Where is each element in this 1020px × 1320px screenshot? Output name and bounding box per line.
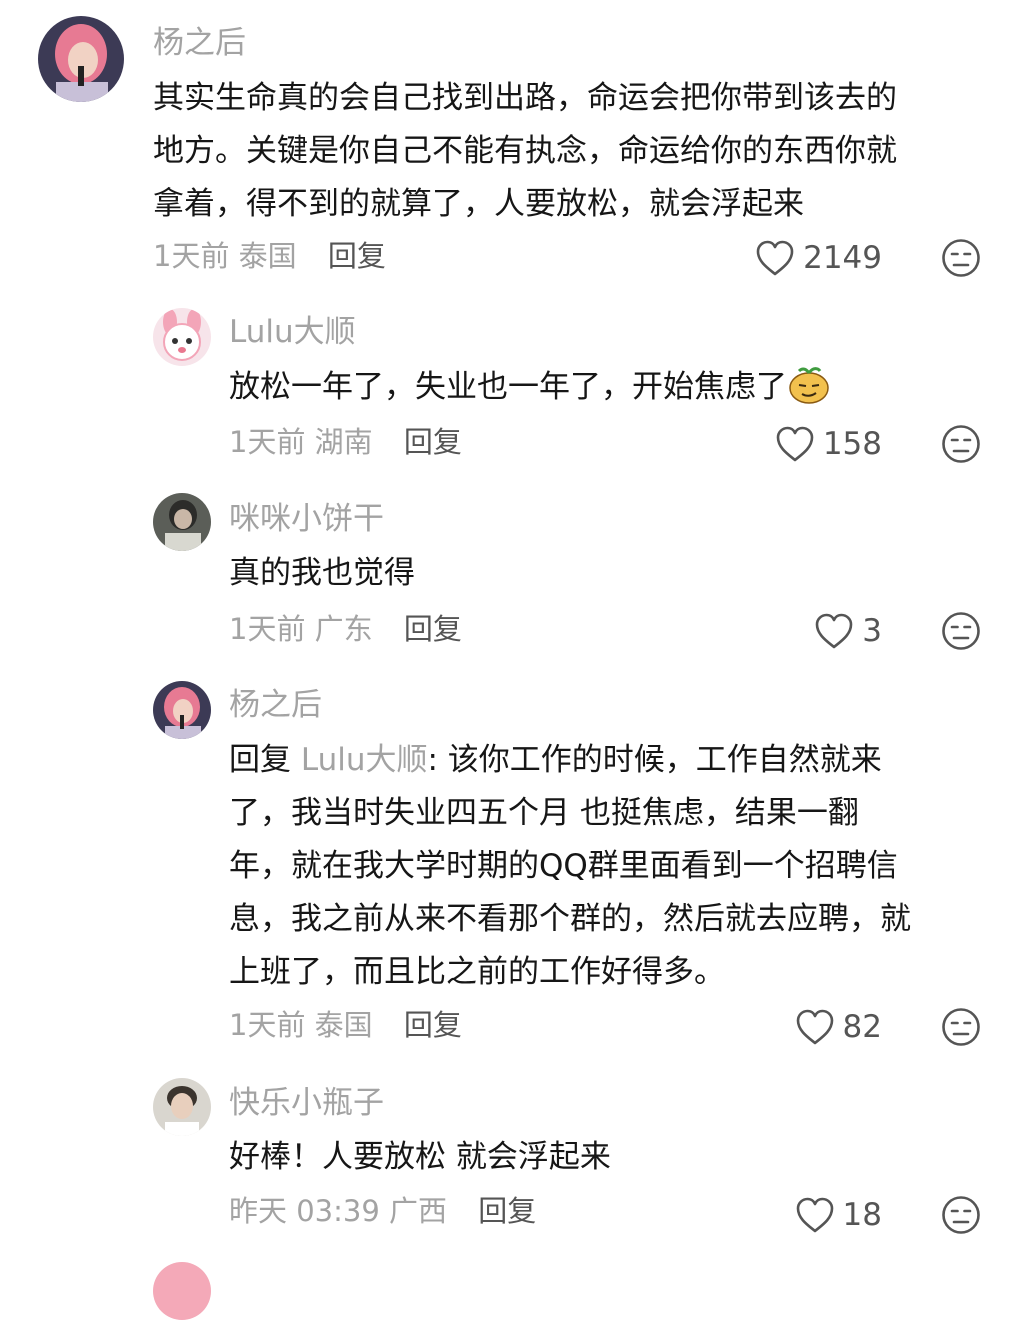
comment-text: 真的我也觉得 — [229, 555, 415, 591]
pink-hair-singer-avatar-icon — [38, 16, 124, 102]
like-button[interactable]: 2149 — [755, 236, 882, 280]
neutral-face-icon[interactable] — [941, 1195, 981, 1235]
heart-outline-icon — [795, 1196, 835, 1234]
comment-time: 1天前 — [153, 239, 230, 273]
reply-button[interactable]: 回复 — [404, 425, 462, 459]
like-count: 3 — [862, 613, 882, 649]
comment-item: Lulu大顺 放松一年了，失业也一年了，开始焦虑了 1天前 湖南 回复 158 — [0, 290, 1020, 475]
reply-button[interactable]: 回复 — [404, 1008, 462, 1042]
heart-outline-icon — [814, 612, 854, 650]
smirk-fruit-emoji-icon — [789, 367, 829, 404]
comment-item: 杨之后 回复 Lulu大顺: 该你工作的时候，工作自然就来 了，我当时失业四五个… — [0, 665, 1020, 1065]
comment-time: 1天前 — [229, 1008, 306, 1042]
reply-target-username[interactable]: Lulu大顺 — [301, 742, 428, 778]
like-count: 158 — [822, 426, 882, 462]
like-button[interactable]: 158 — [775, 422, 882, 466]
neutral-face-icon[interactable] — [941, 1007, 981, 1047]
like-count: 82 — [842, 1009, 882, 1045]
comment-meta: 1天前 广东 回复 — [229, 609, 462, 649]
like-button[interactable]: 18 — [795, 1193, 882, 1237]
neutral-face-icon[interactable] — [941, 424, 981, 464]
like-count: 2149 — [803, 240, 882, 276]
avatar[interactable] — [153, 1262, 211, 1320]
comment-text: 好棒！人要放松 就会浮起来 — [229, 1139, 611, 1175]
comment-item: 快乐小瓶子 好棒！人要放松 就会浮起来 昨天 03:39 广西 回复 18 — [0, 1065, 1020, 1255]
reply-button[interactable]: 回复 — [328, 239, 386, 273]
comment-meta: 1天前 湖南 回复 — [229, 422, 462, 462]
comment-location: 广西 — [389, 1194, 448, 1228]
comment-time: 1天前 — [229, 612, 306, 646]
comment-meta: 1天前 泰国 回复 — [229, 1005, 462, 1045]
avatar[interactable] — [153, 308, 211, 366]
comment-username[interactable]: Lulu大顺 — [229, 312, 356, 352]
neutral-face-icon[interactable] — [941, 611, 981, 651]
young-man-avatar-icon — [153, 1078, 211, 1136]
heart-outline-icon — [775, 425, 815, 463]
heart-outline-icon — [795, 1008, 835, 1046]
pink-hair-singer-avatar-icon — [153, 681, 211, 739]
comment-location: 广东 — [314, 612, 373, 646]
pink-bunny-avatar-icon — [153, 308, 211, 366]
heart-outline-icon — [755, 239, 795, 277]
comment-username[interactable]: 咪咪小饼干 — [229, 499, 384, 539]
comment-meta: 1天前 泰国 回复 — [153, 236, 386, 276]
avatar[interactable] — [153, 1078, 211, 1136]
neutral-face-icon[interactable] — [941, 238, 981, 278]
reply-button[interactable]: 回复 — [478, 1194, 536, 1228]
avatar[interactable] — [153, 493, 211, 551]
like-button[interactable]: 3 — [814, 609, 882, 653]
comment-username[interactable]: 快乐小瓶子 — [229, 1083, 384, 1123]
comment-location: 湖南 — [314, 425, 373, 459]
like-count: 18 — [842, 1197, 882, 1233]
like-button[interactable]: 82 — [795, 1005, 882, 1049]
comment-meta: 昨天 03:39 广西 回复 — [229, 1191, 536, 1231]
comment-text: 回复 Lulu大顺: 该你工作的时候，工作自然就来 了，我当时失业四五个月 也挺… — [229, 742, 911, 990]
comment-time: 1天前 — [229, 425, 306, 459]
comment-text: 放松一年了，失业也一年了，开始焦虑了 — [229, 361, 969, 414]
comment-username[interactable]: 杨之后 — [153, 23, 246, 63]
comment-text: 其实生命真的会自己找到出路，命运会把你带到该去的 地方。关键是你自己不能有执念，… — [153, 80, 897, 222]
dark-photo-avatar-icon — [153, 493, 211, 551]
comment-location: 泰国 — [238, 239, 297, 273]
reply-button[interactable]: 回复 — [404, 612, 462, 646]
comment-time: 昨天 03:39 — [229, 1194, 380, 1228]
comment-item: 咪咪小饼干 真的我也觉得 1天前 广东 回复 3 — [0, 475, 1020, 665]
avatar[interactable] — [153, 681, 211, 739]
comment-item: 杨之后 其实生命真的会自己找到出路，命运会把你带到该去的 地方。关键是你自己不能… — [0, 0, 1020, 290]
comment-location: 泰国 — [314, 1008, 373, 1042]
comment-username[interactable]: 杨之后 — [229, 685, 322, 725]
avatar[interactable] — [38, 16, 124, 102]
